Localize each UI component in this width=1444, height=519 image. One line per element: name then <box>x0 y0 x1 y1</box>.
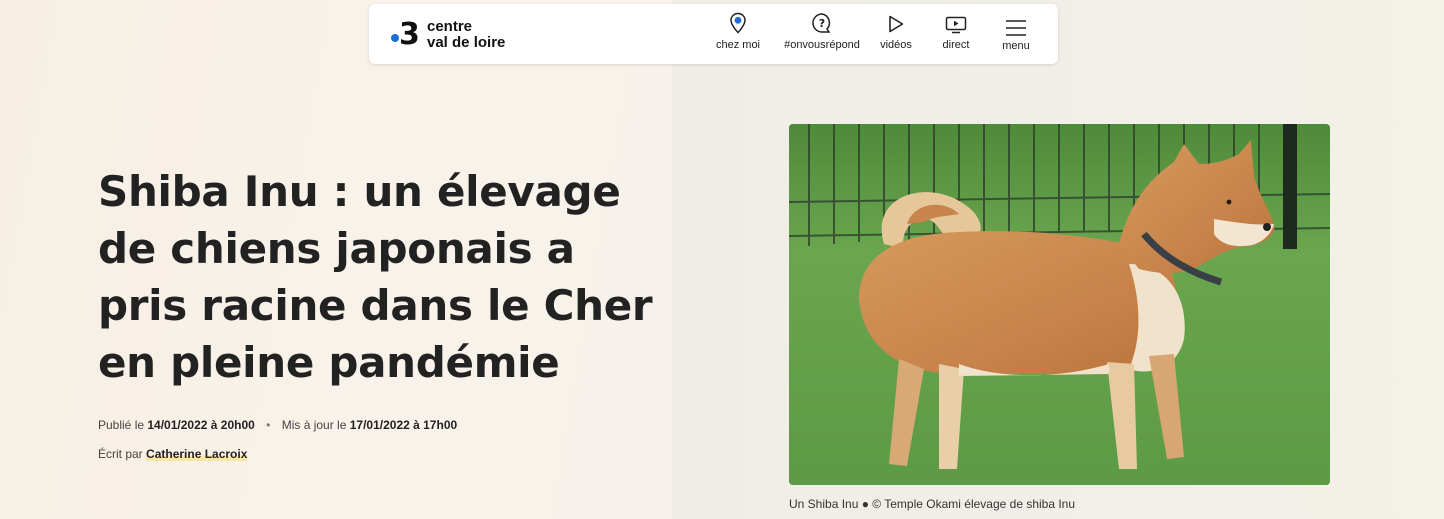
nav-label: #onvousrépond <box>784 39 860 51</box>
site-header: 3 centre val de loire chez moi ? #onvous… <box>369 4 1058 64</box>
article-photo[interactable] <box>789 124 1330 485</box>
shiba-inu-photo <box>789 124 1330 485</box>
nav-label: chez moi <box>715 39 761 51</box>
author-link[interactable]: Catherine Lacroix <box>146 447 248 461</box>
nav-label: direct <box>942 39 970 51</box>
hamburger-icon <box>1005 4 1027 38</box>
published-date: 14/01/2022 à 20h00 <box>147 418 255 432</box>
nav-label: vidéos <box>880 39 912 51</box>
logo-line-1: centre <box>427 18 473 35</box>
svg-text:?: ? <box>819 17 825 30</box>
logo-line-2: val de loire <box>427 34 506 51</box>
updated-prefix: Mis à jour le <box>281 418 347 432</box>
nav-onvousrepond[interactable]: ? #onvousrépond <box>775 4 869 64</box>
nav-videos[interactable]: vidéos <box>873 4 919 64</box>
location-pin-icon <box>729 4 747 34</box>
question-bubble-icon: ? <box>811 4 833 34</box>
logo-number: 3 <box>399 17 420 52</box>
image-caption: Un Shiba Inu ● © Temple Okami élevage de… <box>789 497 1076 511</box>
author-prefix: Écrit par <box>98 447 143 461</box>
publication-info: Publié le 14/01/2022 à 20h00 • Mis à jou… <box>98 418 457 432</box>
article-title: Shiba Inu : un élevage de chiens japonai… <box>98 167 653 387</box>
published-prefix: Publié le <box>98 418 145 432</box>
play-icon <box>887 4 905 34</box>
nav-chez-moi[interactable]: chez moi <box>705 4 771 64</box>
nav-menu[interactable]: menu <box>993 4 1039 64</box>
nav-direct[interactable]: direct <box>933 4 979 64</box>
byline: Écrit par Catherine Lacroix <box>98 447 248 461</box>
logo-dot <box>391 34 399 42</box>
site-logo[interactable]: 3 centre val de loire <box>389 14 529 54</box>
nav-label: menu <box>1002 40 1030 52</box>
tv-play-icon <box>945 4 967 34</box>
meta-separator: • <box>266 418 271 432</box>
updated-date: 17/01/2022 à 17h00 <box>349 418 458 432</box>
